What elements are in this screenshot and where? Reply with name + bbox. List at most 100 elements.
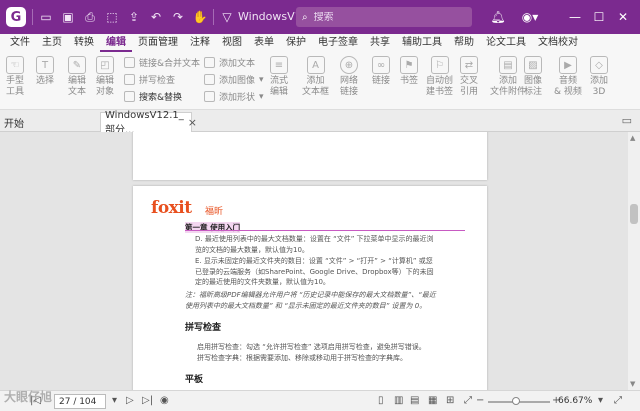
link-button[interactable]: ∞ 链接 (372, 56, 390, 87)
spell-check-paragraph-2: 拼写检查字典：根据需要添加、移除或移动用于拼写检查的字典库。 (197, 354, 407, 362)
audio-video-button[interactable]: ▶ 音频 & 视频 (554, 56, 582, 98)
search-replace-button[interactable]: 搜索&替换 (124, 90, 182, 103)
menu-item-6[interactable]: 视图 (216, 34, 248, 52)
page-dropdown-icon[interactable]: ▾ (112, 395, 117, 406)
spell-check-button[interactable]: 拼写检查 (124, 73, 175, 86)
document-viewport[interactable]: foxit 福昕 第一章 使用入门 D. 最近使用列表中的最大文档数量：设置在 … (0, 132, 640, 390)
add-textbox-button[interactable]: A 添加 文本框 (302, 56, 329, 98)
menu-item-8[interactable]: 保护 (280, 34, 312, 52)
next-page-icon[interactable]: ▷ (126, 395, 134, 406)
separator (32, 9, 33, 25)
close-tab-icon[interactable]: × (188, 116, 197, 129)
zoom-out-icon[interactable]: − (476, 395, 484, 406)
flow-edit-icon: ≡ (270, 56, 288, 74)
tab-start[interactable]: 开始 (4, 115, 24, 130)
search-box[interactable]: ⌕ (296, 7, 472, 27)
menu-item-3[interactable]: 编辑 (100, 34, 132, 52)
undo-icon[interactable]: ↶ (145, 6, 167, 28)
redo-icon[interactable]: ↷ (167, 6, 189, 28)
page-number-input[interactable]: 27 / 104 (54, 394, 106, 409)
tab-list-icon[interactable]: ▭ (622, 114, 632, 127)
minimize-icon[interactable]: — (566, 6, 584, 28)
link-icon: ∞ (372, 56, 390, 74)
continuous-view-icon[interactable]: ▥ (394, 395, 403, 406)
menu-item-1[interactable]: 主页 (36, 34, 68, 52)
menu-item-14[interactable]: 文档校对 (532, 34, 584, 52)
menu-item-10[interactable]: 共享 (364, 34, 396, 52)
save-icon[interactable]: ▣ (57, 6, 79, 28)
scroll-thumb[interactable] (630, 204, 638, 224)
fullscreen-icon[interactable]: ⤢ (614, 395, 622, 406)
facing-view-icon[interactable]: ▤ (410, 395, 419, 406)
select-button[interactable]: T 选择 (36, 56, 54, 87)
auto-bookmark-button[interactable]: ⚐ 自动创 建书签 (426, 56, 453, 98)
attachment-icon: ▤ (499, 56, 517, 74)
single-page-view-icon[interactable]: ▯ (378, 395, 384, 406)
menu-item-13[interactable]: 论文工具 (480, 34, 532, 52)
edit-object-icon: ◰ (96, 56, 114, 74)
split-view-icon[interactable]: ⊞ (446, 395, 454, 406)
bookmark-icon: ⚑ (400, 56, 418, 74)
add-attachment-button[interactable]: ▤ 添加 文件附件 (490, 56, 526, 98)
export-icon[interactable]: ⇪ (123, 6, 145, 28)
link-merge-icon (124, 57, 135, 68)
menu-item-7[interactable]: 表单 (248, 34, 280, 52)
zoom-slider-knob[interactable] (511, 397, 520, 405)
fit-page-icon[interactable]: ⤢ (464, 395, 472, 406)
bookmark-button[interactable]: ⚑ 书签 (400, 56, 418, 87)
link-merge-text-button[interactable]: 链接&合并文本 (124, 56, 200, 69)
zoom-dropdown-icon[interactable]: ▾ (598, 395, 603, 406)
cross-reference-button[interactable]: ⇄ 交叉 引用 (460, 56, 478, 98)
current-page: foxit 福昕 第一章 使用入门 D. 最近使用列表中的最大文档数量：设置在 … (133, 186, 487, 390)
edit-object-button[interactable]: ◰ 编辑 对象 (96, 56, 114, 98)
continuous-facing-view-icon[interactable]: ▦ (428, 395, 437, 406)
menu-item-2[interactable]: 转换 (68, 34, 100, 52)
close-icon[interactable]: ✕ (614, 6, 632, 28)
foxit-logo: foxit (151, 198, 192, 218)
cross-reference-icon: ⇄ (460, 56, 478, 74)
menu-item-12[interactable]: 帮助 (448, 34, 480, 52)
edit-text-button[interactable]: ✎ 编辑 文本 (68, 56, 86, 98)
cursor-icon: T (36, 56, 54, 74)
chevron-down-icon[interactable]: ▽ (216, 6, 238, 28)
open-folder-icon[interactable]: ▭ (35, 6, 57, 28)
globe-icon: ⊕ (340, 56, 358, 74)
vertical-scrollbar[interactable]: ▲ ▼ (628, 132, 640, 390)
chevron-down-icon: ▾ (259, 91, 264, 102)
menu-item-4[interactable]: 页面管理 (132, 34, 184, 52)
image-label-button[interactable]: ▨ 图像 标注 (524, 56, 542, 98)
menu-item-5[interactable]: 注释 (184, 34, 216, 52)
tab-document[interactable]: WindowsV12.1_部分... × (100, 110, 197, 136)
flow-edit-button[interactable]: ≡ 流式 编辑 (270, 56, 288, 98)
menu-item-9[interactable]: 电子签章 (312, 34, 364, 52)
add-3d-button[interactable]: ◇ 添加 3D (590, 56, 608, 98)
menu-item-11[interactable]: 辅助工具 (396, 34, 448, 52)
maximize-icon[interactable]: ☐ (590, 6, 608, 28)
menu-bar: 文件 主页 转换 编辑 页面管理 注释 视图 表单 保护 电子签章 共享 辅助工具 帮助 论文工具 文档校对 (0, 34, 640, 52)
print-icon[interactable]: ⎙ (79, 6, 101, 28)
share-icon[interactable]: ⬚ (101, 6, 123, 28)
app-logo: G (6, 7, 26, 27)
bell-icon[interactable]: 🔔︎ (488, 6, 508, 28)
search-replace-icon (124, 91, 135, 102)
view-mode-icon[interactable]: ◉ (160, 395, 169, 406)
add-image-button[interactable]: 添加图像 ▾ (204, 73, 264, 86)
chapter-heading: 第一章 使用入门 (185, 222, 241, 233)
web-link-button[interactable]: ⊕ 网络 链接 (340, 56, 358, 98)
title-bar: G ▭ ▣ ⎙ ⬚ ⇪ ↶ ↷ ✋ ▽ WindowsV12... ⌕ 🔔︎ ◉… (0, 0, 640, 34)
hand-tool-button[interactable]: ☜ 手型 工具 (6, 56, 24, 98)
hand-icon[interactable]: ✋ (189, 6, 211, 28)
add-text-button[interactable]: 添加文本 (204, 56, 255, 69)
add-text-icon (204, 57, 215, 68)
add-shape-button[interactable]: 添加形状 ▾ (204, 90, 264, 103)
account-icon[interactable]: ◉▾ (518, 6, 542, 28)
list-item-d: D. 最近使用列表中的最大文档数量：设置在 “文件” 下拉菜单中显示的最近浏览的… (195, 235, 434, 254)
zoom-slider[interactable] (488, 397, 550, 405)
document-tab-bar: 开始 WindowsV12.1_部分... × ▭ (0, 110, 640, 136)
scroll-down-icon[interactable]: ▼ (630, 380, 635, 388)
menu-item-0[interactable]: 文件 (4, 34, 36, 52)
last-page-icon[interactable]: ▷| (142, 395, 153, 406)
scroll-up-icon[interactable]: ▲ (630, 134, 635, 142)
search-input[interactable] (313, 11, 454, 23)
zoom-level[interactable]: 66.67% (558, 396, 592, 406)
